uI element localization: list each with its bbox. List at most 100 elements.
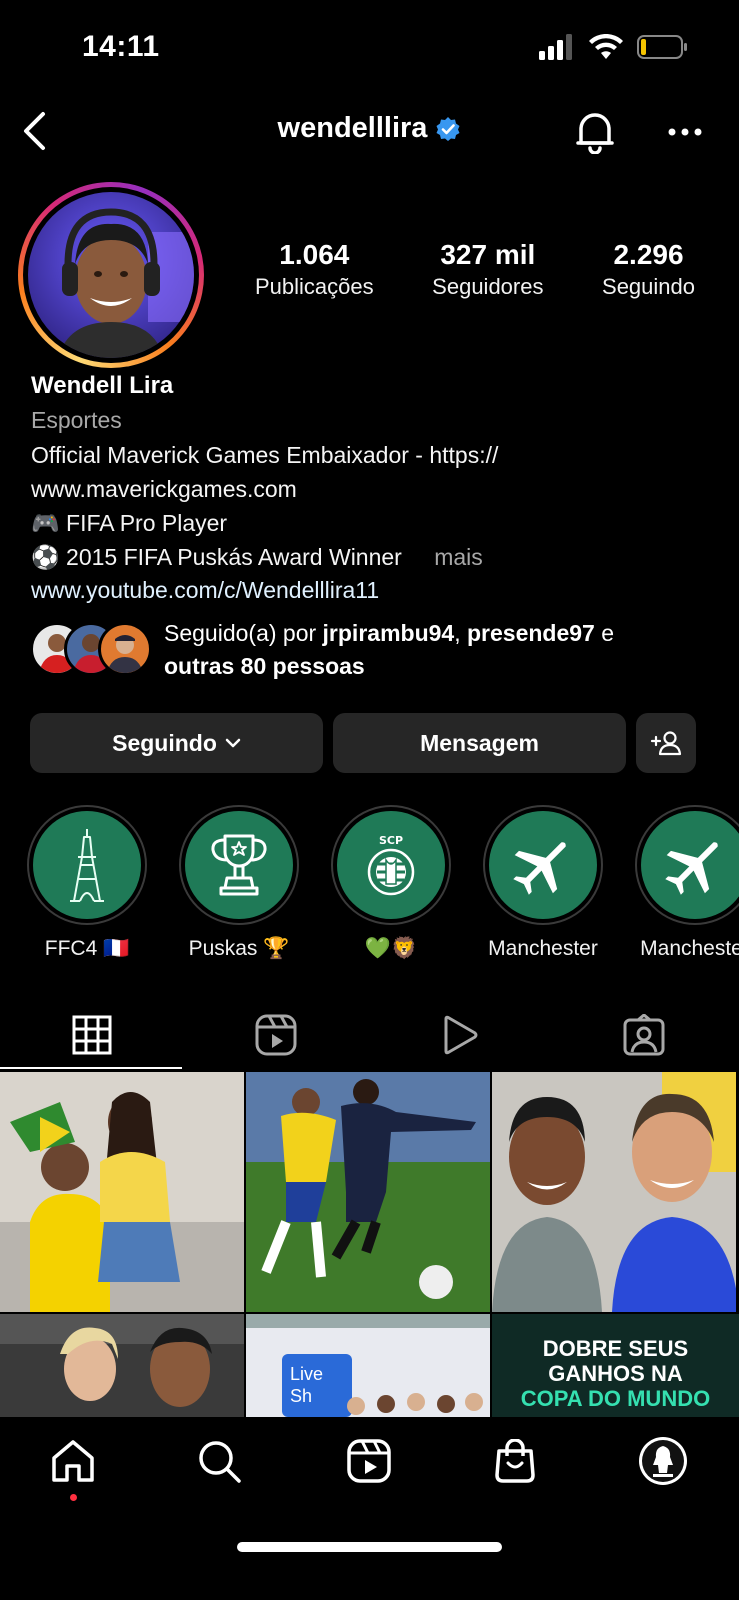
svg-text:SCP: SCP xyxy=(379,834,403,847)
separator: , xyxy=(454,620,467,646)
following-button[interactable]: Seguindo xyxy=(30,713,323,773)
status-bar: 14:11 xyxy=(0,0,739,100)
highlight-label: FFC4 🇫🇷 xyxy=(44,937,130,960)
nav-search[interactable] xyxy=(184,1431,254,1491)
mutual-followers-avatars xyxy=(30,622,155,678)
post-thumbnail[interactable] xyxy=(246,1072,490,1312)
mutual-user: jrpirambu94 xyxy=(322,620,455,646)
profile-avatar xyxy=(28,192,194,358)
profile-actions: Seguindo Mensagem xyxy=(30,713,710,773)
profile-tabs xyxy=(0,1000,739,1070)
grid-icon xyxy=(72,1015,112,1055)
profile-header: wendelllira xyxy=(0,100,739,162)
suggest-users-button[interactable] xyxy=(636,713,696,773)
reels-icon xyxy=(347,1439,391,1483)
mutual-user: presende97 xyxy=(466,620,595,646)
nav-profile[interactable] xyxy=(628,1431,698,1491)
highlight-label: Puskas 🏆 xyxy=(188,937,290,960)
add-person-icon xyxy=(650,731,682,756)
highlight-item[interactable]: Manchester xyxy=(473,805,613,961)
svg-text:Sh: Sh xyxy=(290,1386,312,1406)
tab-reels[interactable] xyxy=(184,1000,368,1070)
search-icon xyxy=(199,1441,241,1483)
post-thumbnail[interactable]: Live Sh xyxy=(246,1314,490,1417)
status-time: 14:11 xyxy=(82,30,160,63)
play-icon xyxy=(444,1015,478,1055)
cellular-signal-icon xyxy=(539,34,572,60)
soccer-ball-emoji: ⚽ xyxy=(31,544,60,570)
status-icons xyxy=(539,34,689,60)
svg-text:Live: Live xyxy=(290,1364,323,1384)
airplane-icon xyxy=(665,842,718,895)
stat-value: 327 mil xyxy=(440,239,536,270)
tab-posts-grid[interactable] xyxy=(0,1000,184,1070)
highlight-item[interactable]: Puskas 🏆 xyxy=(169,805,309,961)
message-button-label: Mensagem xyxy=(420,729,539,756)
post-thumbnail[interactable] xyxy=(0,1072,244,1312)
stat-value: 2.296 xyxy=(613,239,684,270)
battery-icon xyxy=(637,35,687,59)
reels-icon xyxy=(255,1014,297,1056)
sporting-crest-icon: SCP xyxy=(367,834,415,896)
tab-videos[interactable] xyxy=(368,1000,552,1070)
active-tab-indicator xyxy=(0,1067,182,1069)
followed-by[interactable]: Seguido(a) por jrpirambu94, presende97 e… xyxy=(30,617,720,683)
shop-icon xyxy=(495,1439,535,1483)
highlight-item[interactable]: SCP 💚🦁 xyxy=(321,805,461,961)
highlight-label: Manchester xyxy=(488,937,598,960)
home-icon xyxy=(52,1440,94,1482)
nav-home[interactable] xyxy=(38,1431,108,1491)
nav-shop[interactable] xyxy=(480,1431,550,1491)
trophy-icon xyxy=(211,834,267,896)
message-button[interactable]: Mensagem xyxy=(333,713,626,773)
highlight-label: Manchester xyxy=(640,937,739,960)
stat-label: Seguidores xyxy=(432,274,544,299)
bio-more-link[interactable]: mais xyxy=(434,544,483,570)
followers-count[interactable]: 327 mil Seguidores xyxy=(432,238,543,302)
bio-line: Official Maverick Games Embaixador - htt… xyxy=(31,442,499,468)
stat-value: 1.064 xyxy=(279,239,350,270)
profile-avatar xyxy=(639,1437,687,1485)
bio-line: 🎮 FIFA Pro Player xyxy=(31,506,721,540)
username: wendelllira xyxy=(277,112,428,144)
promo-line: DOBRE SEUS xyxy=(542,1336,689,1361)
followed-by-prefix: Seguido(a) por xyxy=(164,620,323,646)
promo-line: COPA DO MUNDO xyxy=(520,1386,711,1411)
tab-tagged[interactable] xyxy=(552,1000,736,1070)
stat-label: Seguindo xyxy=(602,274,695,299)
conjunction: e xyxy=(594,620,615,646)
highlight-item[interactable]: FFC4 🇫🇷 xyxy=(17,805,157,961)
home-indicator xyxy=(237,1542,502,1552)
posts-count[interactable]: 1.064 Publicações xyxy=(255,238,374,302)
chevron-down-icon xyxy=(225,738,241,748)
promo-line: GANHOS NA xyxy=(548,1361,683,1386)
notifications-button[interactable] xyxy=(570,106,620,158)
username-title: wendelllira xyxy=(0,112,739,145)
gamepad-emoji: 🎮 xyxy=(31,510,60,536)
avatar xyxy=(98,622,152,676)
profile-category: Esportes xyxy=(31,407,122,433)
highlight-item[interactable]: Manchester xyxy=(625,805,739,961)
bottom-navigation xyxy=(0,1417,739,1600)
eiffel-tower-icon xyxy=(70,829,104,902)
post-thumbnail[interactable] xyxy=(0,1314,244,1417)
profile-bio: Wendell Lira Esportes Official Maverick … xyxy=(31,370,721,607)
notification-dot xyxy=(70,1494,77,1501)
bio-line: www.maverickgames.com xyxy=(31,476,297,502)
highlight-label: 💚🦁 xyxy=(364,937,418,960)
more-options-button[interactable] xyxy=(660,106,710,158)
following-count[interactable]: 2.296 Seguindo xyxy=(602,238,695,302)
bio-text: FIFA Pro Player xyxy=(66,510,228,536)
tagged-icon xyxy=(623,1014,665,1056)
posts-grid: Live Sh DOBRE SEUS GANHOS NA COPA DO MUN… xyxy=(0,1072,739,1417)
more-dots-icon xyxy=(668,128,702,136)
display-name: Wendell Lira xyxy=(31,372,174,399)
profile-avatar-story-ring[interactable] xyxy=(18,182,204,368)
post-thumbnail[interactable] xyxy=(492,1072,736,1312)
wifi-icon xyxy=(589,34,623,59)
mutual-others: outras 80 pessoas xyxy=(164,653,365,679)
post-thumbnail[interactable]: DOBRE SEUS GANHOS NA COPA DO MUNDO xyxy=(492,1314,739,1417)
nav-reels[interactable] xyxy=(334,1431,404,1491)
story-highlights: FFC4 🇫🇷 Puskas 🏆 SCP 💚🦁 Manchester Manch… xyxy=(0,805,739,970)
bio-website-link[interactable]: www.youtube.com/c/Wendelllira11 xyxy=(31,574,721,607)
